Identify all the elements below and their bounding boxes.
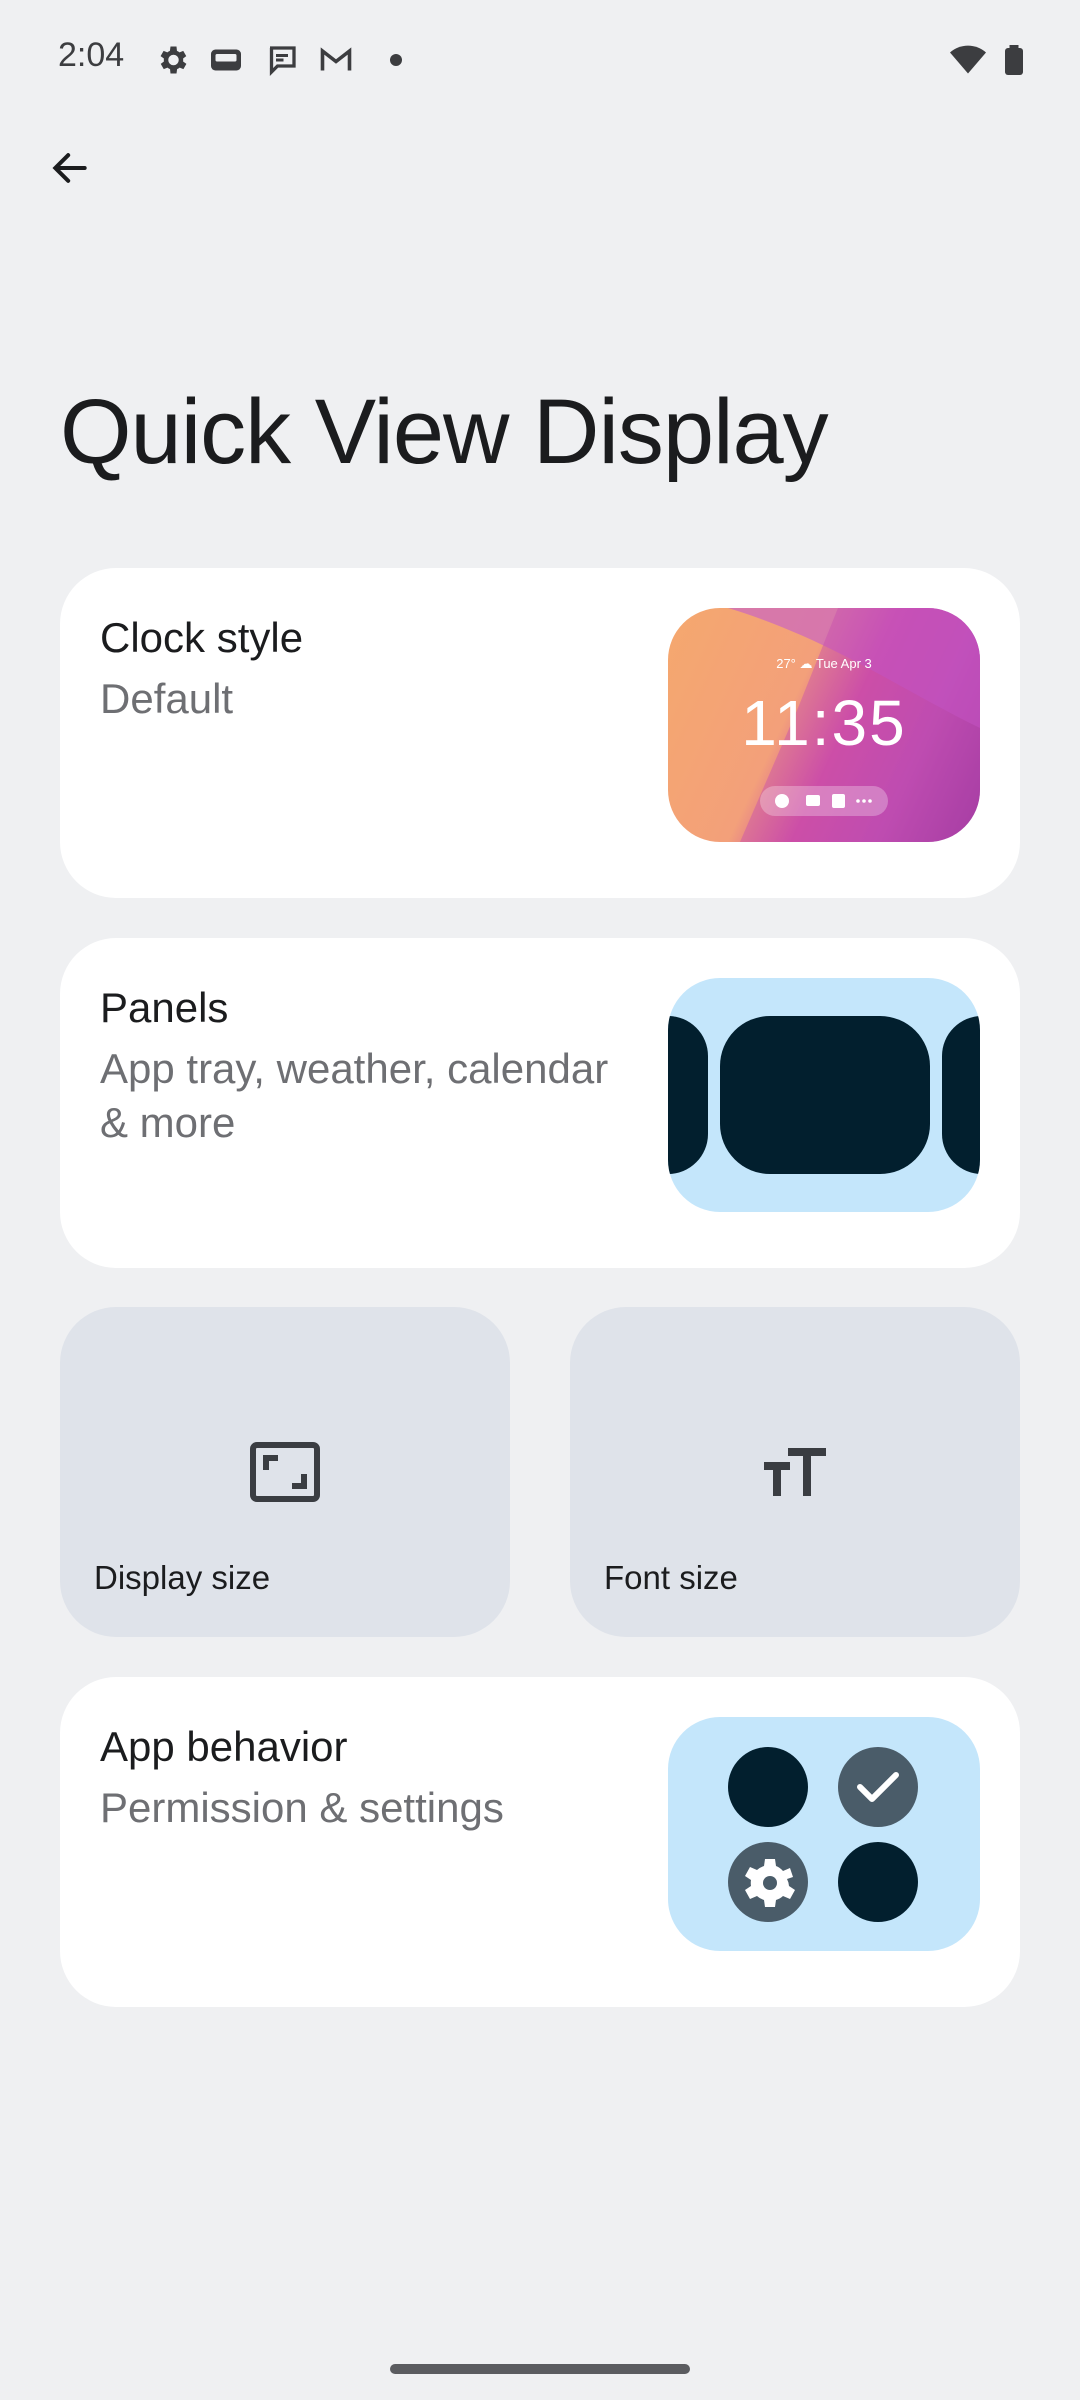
clock-style-card[interactable]: Clock style Default 27° ☁ Tue Apr 3 11:3… — [60, 568, 1020, 898]
cast-icon — [211, 49, 241, 71]
clock-preview-image: 27° ☁ Tue Apr 3 11:35 — [668, 608, 980, 842]
app-behavior-illustration — [728, 1747, 918, 1922]
back-button[interactable] — [40, 138, 100, 198]
status-bar: 2:04 — [0, 0, 1080, 120]
clock-preview-dock — [760, 786, 888, 816]
clock-style-subtitle: Default — [100, 675, 234, 722]
dot-icon — [390, 54, 402, 66]
wifi-icon — [950, 45, 986, 74]
settings-icon — [160, 46, 187, 74]
clock-style-title: Clock style — [100, 614, 304, 661]
font-size-label: Font size — [604, 1559, 738, 1596]
page-title: Quick View Display — [60, 381, 829, 483]
panels-title: Panels — [100, 984, 229, 1031]
font-size-tile[interactable]: Font size — [570, 1307, 1020, 1637]
arrow-back-icon — [52, 153, 87, 183]
clock-preview-time: 11:35 — [741, 687, 907, 759]
panels-preview-image — [668, 978, 980, 1212]
display-size-tile[interactable]: Display size — [60, 1307, 510, 1637]
home-gesture-bar[interactable] — [390, 2364, 690, 2374]
panels-subtitle: App tray, weather, calendar & more — [100, 1045, 609, 1146]
app-behavior-card[interactable]: App behavior Permission & settings — [60, 1677, 1020, 2007]
app-behavior-preview-image — [668, 1717, 980, 1951]
app-behavior-title: App behavior — [100, 1723, 348, 1770]
panels-illustration — [668, 1016, 980, 1174]
battery-icon — [1005, 45, 1023, 75]
dock-icons — [775, 794, 872, 808]
chat-icon — [269, 46, 296, 76]
clock-preview-date: 27° ☁ Tue Apr 3 — [776, 656, 872, 671]
display-size-icon — [250, 1442, 320, 1502]
app-behavior-subtitle: Permission & settings — [100, 1784, 504, 1831]
font-size-icon — [764, 1448, 826, 1496]
status-time: 2:04 — [58, 36, 125, 74]
panels-card[interactable]: Panels App tray, weather, calendar & mor… — [60, 938, 1020, 1268]
display-size-label: Display size — [94, 1559, 271, 1596]
gmail-icon — [320, 47, 352, 71]
